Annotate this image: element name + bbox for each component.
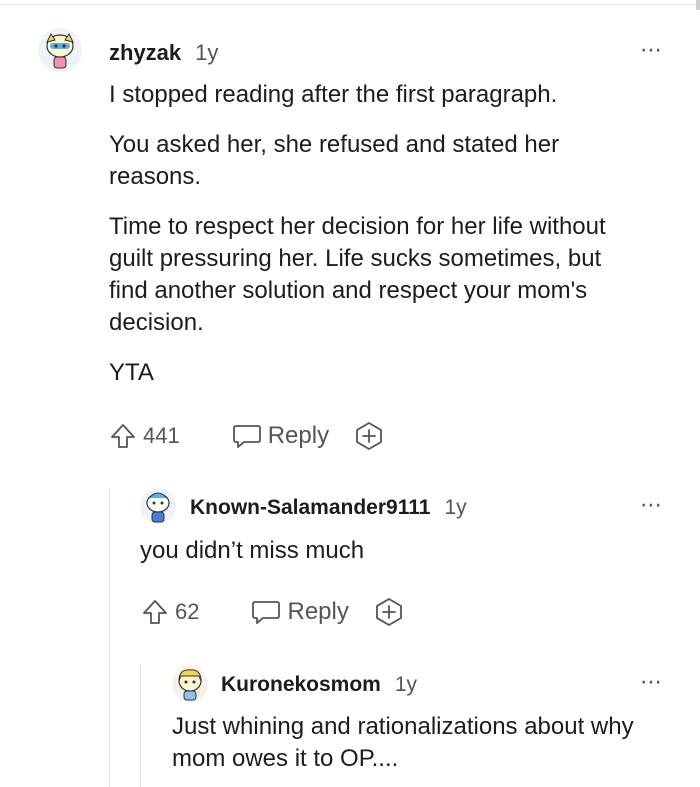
speech-bubble-icon [252, 601, 281, 624]
top-divider [0, 4, 700, 5]
username[interactable]: Kuronekosmom [221, 673, 381, 697]
reply-button[interactable]: Reply [232, 422, 329, 450]
timestamp[interactable]: 1y [444, 496, 466, 520]
award-plus-icon [356, 422, 382, 450]
snoo-avatar-icon [46, 33, 74, 69]
comment-actions: 441 Reply [109, 420, 385, 452]
speech-bubble-icon [232, 425, 261, 448]
username[interactable]: zhyzak [109, 40, 181, 66]
reply-label: Reply [267, 422, 330, 449]
comment-header: zhyzak 1y [109, 40, 218, 66]
snoo-avatar-icon [178, 669, 202, 701]
award-plus-icon [375, 598, 402, 626]
comment-actions: 62 Reply [141, 596, 405, 628]
thread-line[interactable] [140, 664, 141, 787]
reply-button[interactable]: Reply [251, 598, 349, 626]
avatar[interactable] [140, 488, 176, 524]
comment-header: Kuronekosmom 1y [221, 673, 417, 697]
comment-paragraph: Time to respect her decision for her lif… [109, 213, 606, 336]
username[interactable]: Known-Salamander9111 [190, 496, 430, 520]
more-options-icon[interactable]: ⋯ [640, 671, 663, 693]
comment-body: you didn’t miss much [140, 535, 640, 567]
comment-body: Just whining and rationalizations about … [172, 711, 662, 775]
comment-body: I stopped reading after the first paragr… [109, 79, 629, 389]
comment-header: Known-Salamander9111 1y [190, 496, 467, 520]
vote-count: 441 [143, 423, 180, 448]
comment-paragraph: Just whining and rationalizations about … [172, 713, 634, 772]
more-options-icon[interactable]: ⋯ [640, 494, 663, 516]
upvote-icon [143, 600, 167, 624]
upvote-button[interactable]: 441 [109, 422, 180, 450]
scrollbar[interactable] [696, 0, 700, 10]
comment-paragraph: You asked her, she refused and stated he… [109, 131, 560, 190]
timestamp[interactable]: 1y [195, 40, 218, 66]
avatar[interactable] [172, 666, 208, 702]
avatar[interactable] [38, 28, 82, 72]
comment-paragraph: you didn’t miss much [140, 537, 365, 564]
award-button[interactable] [373, 596, 405, 628]
upvote-icon [111, 424, 135, 448]
more-options-icon[interactable]: ⋯ [640, 39, 663, 61]
award-button[interactable] [353, 420, 385, 452]
thread-line[interactable] [109, 488, 110, 787]
comment-paragraph: YTA [109, 359, 154, 386]
timestamp[interactable]: 1y [395, 673, 417, 697]
vote-count: 62 [175, 599, 200, 624]
reply-label: Reply [287, 598, 349, 625]
snoo-avatar-icon [146, 492, 170, 523]
comment-paragraph: I stopped reading after the first paragr… [109, 81, 558, 108]
upvote-button[interactable]: 62 [141, 598, 199, 626]
